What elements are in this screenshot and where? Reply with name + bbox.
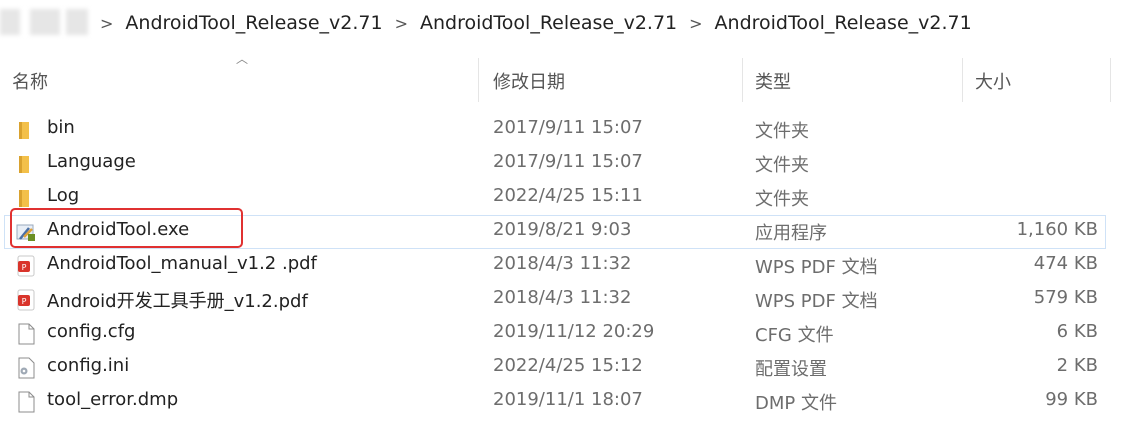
file-name: Language (47, 151, 136, 172)
address-bar[interactable]: > AndroidTool_Release_v2.71 > AndroidToo… (0, 0, 1124, 48)
file-date: 2018/4/3 11:32 (493, 287, 632, 308)
file-date: 2018/4/3 11:32 (493, 253, 632, 274)
file-date: 2022/4/25 15:12 (493, 355, 643, 376)
file-type: 文件夹 (755, 155, 809, 176)
file-name: config.ini (47, 355, 130, 376)
red-highlight-box (10, 208, 243, 248)
file-date: 2019/8/21 9:03 (493, 219, 632, 240)
svg-text:P: P (22, 297, 27, 306)
file-date: 2022/4/25 15:11 (493, 185, 643, 206)
file-date: 2019/11/12 20:29 (493, 321, 655, 342)
file-row[interactable]: P AndroidTool_manual_v1.2 .pdf 2018/4/3 … (0, 248, 1124, 282)
file-size: 579 KB (1033, 287, 1098, 308)
file-date: 2017/9/11 15:07 (493, 117, 643, 138)
column-divider[interactable] (1110, 58, 1111, 102)
column-header-row: ︿ 名称 修改日期 类型 大小 (0, 52, 1124, 102)
file-type: WPS PDF 文档 (755, 291, 878, 312)
file-size: 2 KB (1056, 355, 1098, 376)
file-size: 474 KB (1033, 253, 1098, 274)
file-size: 1,160 KB (1016, 219, 1098, 240)
breadcrumb: > AndroidTool_Release_v2.71 > AndroidToo… (100, 12, 972, 34)
blurred-nav-icon (0, 9, 20, 35)
file-name: config.cfg (47, 321, 136, 342)
column-header-type[interactable]: 类型 (755, 68, 791, 94)
file-row[interactable]: bin 2017/9/11 15:07 文件夹 (0, 112, 1124, 146)
chevron-right-icon[interactable]: > (100, 14, 113, 33)
column-divider[interactable] (742, 58, 743, 102)
folder-icon (19, 122, 29, 139)
breadcrumb-item[interactable]: AndroidTool_Release_v2.71 (420, 12, 677, 34)
file-name: Log (47, 185, 80, 206)
file-name: Android开发工具手册_v1.2.pdf (47, 291, 308, 312)
file-date: 2017/9/11 15:07 (493, 151, 643, 172)
file-icon (18, 391, 35, 413)
breadcrumb-item[interactable]: AndroidTool_Release_v2.71 (125, 12, 382, 34)
file-type: 文件夹 (755, 189, 809, 210)
file-row[interactable]: tool_error.dmp 2019/11/1 18:07 DMP 文件 99… (0, 384, 1124, 418)
chevron-right-icon[interactable]: > (395, 14, 408, 33)
pdf-icon: P (17, 289, 35, 311)
file-type: CFG 文件 (755, 325, 834, 346)
file-type: DMP 文件 (755, 393, 837, 414)
file-name: bin (47, 117, 75, 138)
blurred-nav-icon (66, 9, 88, 35)
file-row[interactable]: config.ini 2022/4/25 15:12 配置设置 2 KB (0, 350, 1124, 384)
folder-icon (19, 190, 29, 207)
file-type: 应用程序 (755, 223, 827, 244)
file-type: 配置设置 (755, 359, 827, 380)
sort-ascending-icon: ︿ (236, 52, 249, 66)
blurred-nav-icon (30, 9, 60, 35)
column-header-date[interactable]: 修改日期 (493, 68, 565, 94)
file-row[interactable]: Language 2017/9/11 15:07 文件夹 (0, 146, 1124, 180)
file-size: 99 KB (1045, 389, 1098, 410)
file-icon (18, 323, 35, 345)
file-type: 文件夹 (755, 121, 809, 142)
column-divider[interactable] (478, 58, 479, 102)
column-header-name[interactable]: 名称 (12, 68, 48, 94)
file-date: 2019/11/1 18:07 (493, 389, 643, 410)
file-row[interactable]: P Android开发工具手册_v1.2.pdf 2018/4/3 11:32 … (0, 282, 1124, 316)
column-header-size[interactable]: 大小 (975, 68, 1011, 94)
file-name: tool_error.dmp (47, 389, 179, 410)
chevron-right-icon[interactable]: > (689, 14, 702, 33)
file-name: AndroidTool_manual_v1.2 .pdf (47, 253, 317, 274)
pdf-icon: P (17, 255, 35, 277)
svg-text:P: P (22, 263, 27, 272)
settings-file-icon (18, 357, 35, 379)
file-type: WPS PDF 文档 (755, 257, 878, 278)
file-size: 6 KB (1056, 321, 1098, 342)
column-divider[interactable] (962, 58, 963, 102)
file-row[interactable]: config.cfg 2019/11/12 20:29 CFG 文件 6 KB (0, 316, 1124, 350)
folder-icon (19, 156, 29, 173)
breadcrumb-item[interactable]: AndroidTool_Release_v2.71 (715, 12, 972, 34)
